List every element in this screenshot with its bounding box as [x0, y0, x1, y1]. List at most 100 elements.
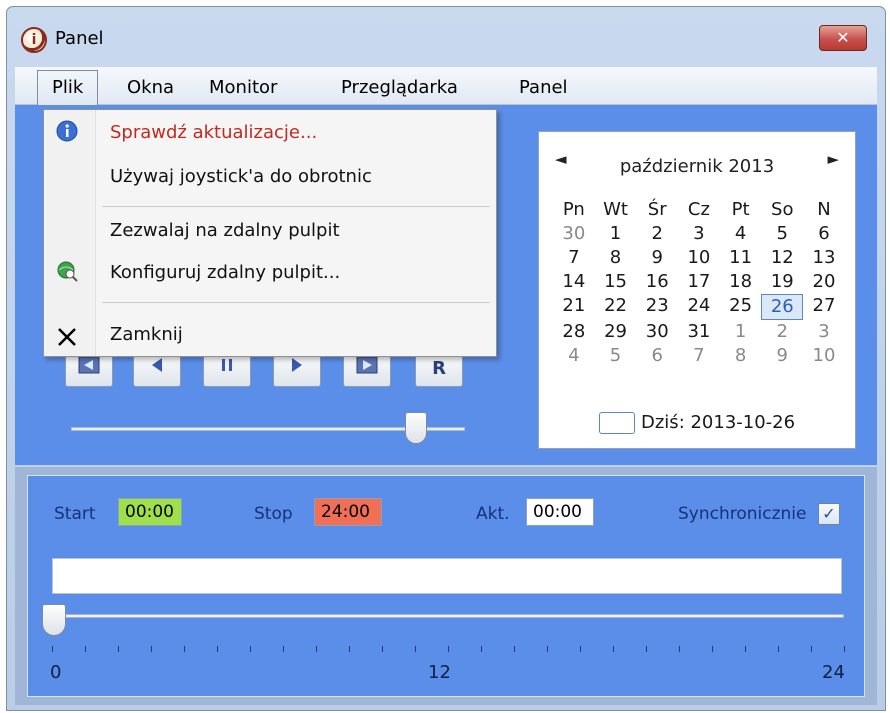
weekday-label: So [771, 199, 794, 220]
calendar-day[interactable]: 16 [636, 270, 678, 294]
menu-przegladarka[interactable]: Przeglądarka [333, 75, 466, 100]
calendar-day[interactable]: 4 [553, 344, 595, 368]
calendar-day[interactable]: 29 [595, 320, 637, 344]
menu-panel[interactable]: Panel [511, 75, 576, 100]
calendar-day[interactable]: 6 [803, 222, 845, 246]
app-info-icon: i [21, 27, 47, 53]
calendar-day[interactable]: 20 [803, 270, 845, 294]
slider-tick [514, 646, 515, 652]
calendar-day[interactable]: 2 [761, 320, 803, 344]
slider-tick [778, 646, 779, 652]
calendar-day[interactable]: 18 [720, 270, 762, 294]
calendar-day[interactable]: 9 [636, 246, 678, 270]
calendar-day[interactable]: 24 [678, 294, 720, 320]
weekday-label: Pn [562, 199, 585, 220]
calendar-day[interactable]: 5 [761, 222, 803, 246]
calendar-day[interactable]: 31 [678, 320, 720, 344]
calendar-day[interactable]: 7 [678, 344, 720, 368]
calendar-day[interactable]: 3 [678, 222, 720, 246]
close-window-button[interactable]: ✕ [819, 25, 867, 51]
calendar-day[interactable]: 17 [678, 270, 720, 294]
calendar-day[interactable]: 8 [595, 246, 637, 270]
calendar-today-link[interactable]: Dziś: 2013-10-26 [599, 412, 795, 434]
menu-bar: Plik Okna Monitor Przeglądarka Panel [15, 67, 877, 106]
calendar-day[interactable]: 2 [636, 222, 678, 246]
time-slider-thumb[interactable] [42, 604, 66, 636]
calendar-day[interactable]: 1 [720, 320, 762, 344]
calendar-day[interactable]: 10 [678, 246, 720, 270]
calendar-day[interactable]: 28 [553, 320, 595, 344]
calendar-day[interactable]: 5 [595, 344, 637, 368]
calendar-day[interactable]: 12 [761, 246, 803, 270]
calendar-day[interactable]: 3 [803, 320, 845, 344]
current-time-field[interactable] [526, 498, 594, 526]
weekday-label: Śr [647, 199, 667, 220]
configure-remote-desktop-item[interactable]: Konfiguruj zdalny pulpit... [110, 262, 340, 283]
menu-monitor[interactable]: Monitor [201, 75, 285, 100]
slider-tick [745, 646, 746, 652]
joystick-item[interactable]: Używaj joystick'a do obrotnic [110, 166, 372, 187]
sync-label: Synchronicznie [678, 504, 807, 524]
menu-icon-gutter [44, 110, 96, 356]
weekday-label: Wt [603, 199, 628, 220]
start-time-field[interactable] [118, 498, 182, 526]
menu-separator [102, 302, 490, 303]
slider-tick [580, 646, 581, 652]
calendar-day[interactable]: 13 [803, 246, 845, 270]
calendar-day[interactable]: 10 [803, 344, 845, 368]
scale-label-24: 24 [822, 662, 845, 683]
calendar-day[interactable]: 8 [720, 344, 762, 368]
slider-tick [184, 646, 185, 652]
today-marker-icon [599, 412, 635, 434]
info-icon [56, 120, 78, 142]
title-bar[interactable]: i Panel ✕ [7, 7, 885, 63]
slider-tick [481, 646, 482, 652]
speed-slider-thumb[interactable] [405, 412, 427, 444]
calendar-day[interactable]: 25 [720, 294, 762, 320]
calendar-day[interactable]: 27 [803, 294, 845, 320]
slider-tick [448, 646, 449, 652]
window-title: Panel [55, 28, 104, 49]
calendar-day-today[interactable]: 26 [761, 294, 804, 320]
slider-tick [712, 646, 713, 652]
calendar-day[interactable]: 22 [595, 294, 637, 320]
calendar-day[interactable]: 21 [553, 294, 595, 320]
menu-plik[interactable]: Plik [37, 70, 99, 106]
slider-tick [250, 646, 251, 652]
calendar-day[interactable]: 15 [595, 270, 637, 294]
exit-item[interactable]: Zamknij [110, 324, 183, 345]
slider-tick [52, 646, 53, 652]
calendar-day[interactable]: 11 [720, 246, 762, 270]
previous-icon [152, 358, 162, 372]
calendar-day[interactable]: 23 [636, 294, 678, 320]
calendar-next-button[interactable]: ► [827, 150, 839, 168]
calendar-grid: Pn Wt Śr Cz Pt So N 30 1 2 3 4 5 6 7 8 9… [553, 198, 845, 368]
calendar-day[interactable]: 4 [720, 222, 762, 246]
akt-label: Akt. [476, 504, 510, 524]
scale-label-12: 12 [428, 662, 451, 683]
slider-tick [349, 646, 350, 652]
panel-window: i Panel ✕ Plik Okna Monitor Przeglądarka… [6, 6, 886, 711]
allow-remote-desktop-item[interactable]: Zezwalaj na zdalny pulpit [110, 220, 340, 241]
calendar-day[interactable]: 30 [553, 222, 595, 246]
calendar-day[interactable]: 30 [636, 320, 678, 344]
calendar-day[interactable]: 9 [761, 344, 803, 368]
menu-okna[interactable]: Okna [119, 75, 182, 100]
sync-checkbox[interactable]: ✓ [818, 503, 840, 525]
calendar-day[interactable]: 7 [553, 246, 595, 270]
slider-tick [151, 646, 152, 652]
slider-tick [283, 646, 284, 652]
month-calendar: ◄ październik 2013 ► Pn Wt Śr Cz Pt So N… [538, 131, 856, 449]
check-updates-item[interactable]: Sprawdź aktualizacje... [110, 122, 317, 143]
calendar-day[interactable]: 1 [595, 222, 637, 246]
calendar-day[interactable]: 19 [761, 270, 803, 294]
calendar-day[interactable]: 6 [636, 344, 678, 368]
timeline-panel: Start Stop Akt. Synchronicznie ✓ 0 12 24 [27, 475, 865, 697]
calendar-month-title[interactable]: październik 2013 [539, 156, 855, 177]
calendar-day[interactable]: 14 [553, 270, 595, 294]
time-slider-track[interactable] [52, 614, 844, 618]
timeline-bar[interactable] [52, 558, 842, 594]
weekday-label: Pt [731, 199, 750, 220]
stop-time-field[interactable] [314, 498, 382, 526]
weekday-label: N [817, 199, 831, 220]
